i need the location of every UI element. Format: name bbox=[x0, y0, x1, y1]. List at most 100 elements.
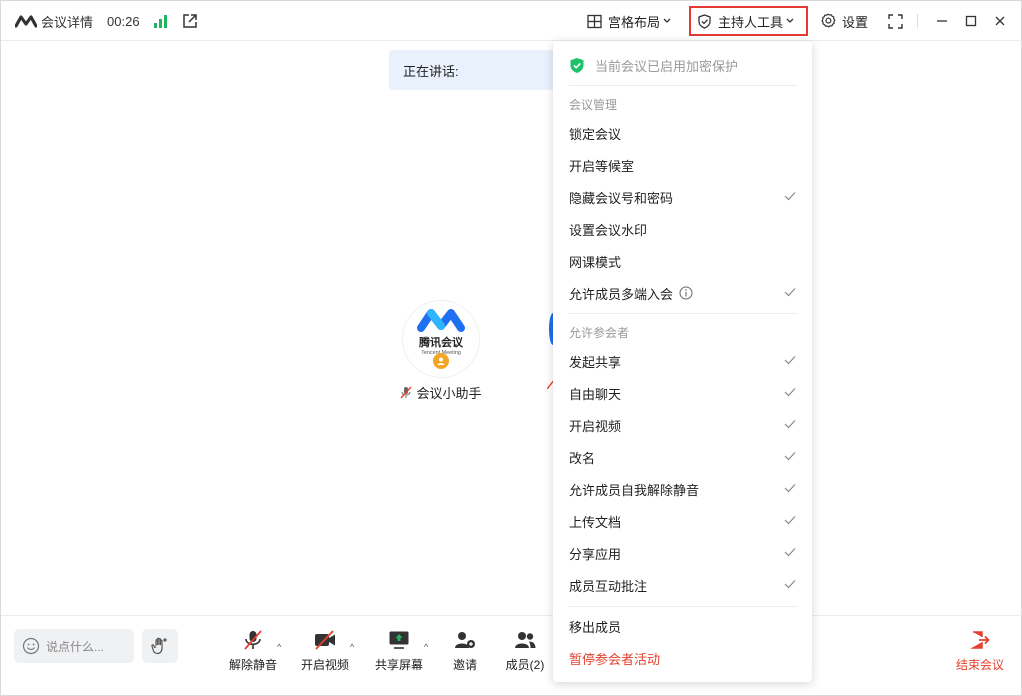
speaking-label: 正在讲话: bbox=[403, 63, 459, 79]
layout-button[interactable]: 宫格布局 bbox=[581, 6, 683, 36]
raise-hand-button[interactable] bbox=[142, 629, 178, 663]
section-header-allow: 允许参会者 bbox=[569, 326, 630, 340]
tencent-meeting-logo-icon bbox=[15, 15, 37, 28]
title-bar: 会议详情 00:26 宫格布局 主持人工具 设置 bbox=[1, 1, 1021, 41]
share-screen-icon bbox=[389, 631, 409, 649]
shield-icon bbox=[698, 13, 711, 29]
title-bar-right: 宫格布局 主持人工具 设置 bbox=[581, 1, 1021, 41]
fullscreen-icon[interactable] bbox=[888, 13, 903, 29]
checkmark-icon bbox=[784, 516, 796, 525]
menu-item-classroom-mode[interactable]: 网课模式 bbox=[553, 246, 812, 276]
menu-divider bbox=[569, 313, 797, 314]
start-video-label: 开启视频 bbox=[300, 658, 349, 672]
end-meeting-label: 结束会议 bbox=[955, 658, 1004, 672]
mic-muted-icon bbox=[400, 386, 413, 399]
tencent-meeting-logo-icon bbox=[417, 309, 465, 332]
shield-check-icon bbox=[570, 57, 584, 73]
members-icon bbox=[515, 632, 536, 648]
participant-name-label: 会议小助手 bbox=[416, 386, 482, 401]
maximize-icon[interactable] bbox=[963, 13, 979, 29]
window-controls-divider bbox=[917, 14, 918, 28]
menu-item-watermark[interactable]: 设置会议水印 bbox=[553, 214, 812, 244]
menu-item-allow-chat[interactable]: 自由聊天 bbox=[553, 378, 812, 408]
menu-item-label: 网课模式 bbox=[569, 254, 622, 270]
grid-layout-icon bbox=[587, 14, 602, 28]
unmute-label: 解除静音 bbox=[228, 658, 277, 672]
menu-item-allow-rename[interactable]: 改名 bbox=[553, 442, 812, 472]
menu-item-label: 允许成员自我解除静音 bbox=[569, 482, 700, 498]
members-button[interactable]: 成员(2) bbox=[504, 628, 546, 673]
checkmark-icon bbox=[784, 484, 796, 493]
speaking-indicator: 正在讲话: bbox=[389, 50, 559, 90]
checkmark-icon bbox=[784, 452, 796, 461]
participant-tile[interactable]: 腾讯会议 Tencent Meeting 会议小助手 bbox=[399, 301, 483, 402]
network-signal-icon[interactable] bbox=[153, 14, 168, 28]
menu-item-hide-meeting-id[interactable]: 隐藏会议号和密码 bbox=[553, 182, 812, 212]
menu-item-allow-video[interactable]: 开启视频 bbox=[553, 410, 812, 440]
menu-item-label: 允许成员多端入会 bbox=[569, 286, 674, 302]
menu-item-allow-self-unmute[interactable]: 允许成员自我解除静音 bbox=[553, 474, 812, 504]
unmute-button[interactable]: 解除静音 bbox=[227, 628, 279, 673]
info-icon[interactable] bbox=[679, 286, 693, 300]
menu-item-pause-activity[interactable]: 暂停参会者活动 bbox=[553, 643, 812, 673]
chat-placeholder: 说点什么... bbox=[46, 639, 105, 654]
raise-hand-icon bbox=[151, 637, 167, 655]
menu-item-allow-upload[interactable]: 上传文档 bbox=[553, 506, 812, 536]
close-icon[interactable] bbox=[992, 13, 1008, 29]
host-tools-menu: 当前会议已启用加密保护 会议管理 锁定会议 开启等候室 隐藏会议号和密码 设置会… bbox=[553, 41, 812, 682]
avatar-brand-text: 腾讯会议 bbox=[419, 337, 463, 349]
host-tools-button[interactable]: 主持人工具 bbox=[688, 6, 808, 36]
menu-item-label: 成员互动批注 bbox=[569, 578, 648, 594]
chevron-up-icon[interactable]: ^ bbox=[350, 642, 354, 652]
settings-label: 设置 bbox=[841, 14, 868, 30]
chevron-down-icon bbox=[663, 18, 671, 23]
menu-item-label: 分享应用 bbox=[569, 546, 622, 562]
share-link-icon[interactable] bbox=[182, 13, 198, 29]
chevron-up-icon[interactable]: ^ bbox=[277, 642, 281, 652]
settings-button[interactable]: 设置 bbox=[814, 6, 874, 36]
checkmark-icon bbox=[784, 580, 796, 589]
menu-item-label: 设置会议水印 bbox=[569, 222, 648, 238]
share-screen-label: 共享屏幕 bbox=[374, 658, 423, 672]
members-label: 成员(2) bbox=[505, 658, 545, 672]
invite-button[interactable]: 邀请 bbox=[447, 628, 483, 673]
menu-item-remove-member[interactable]: 移出成员 bbox=[553, 611, 812, 641]
menu-item-multi-device[interactable]: 允许成员多端入会 bbox=[553, 278, 812, 308]
menu-item-lock-meeting[interactable]: 锁定会议 bbox=[553, 118, 812, 148]
menu-item-label: 移出成员 bbox=[569, 619, 622, 635]
encryption-notice: 当前会议已启用加密保护 bbox=[569, 55, 738, 75]
meeting-window: 会议详情 00:26 宫格布局 主持人工具 设置 正在讲话: 腾讯会议 Tenc… bbox=[0, 0, 1022, 696]
share-screen-button[interactable]: 共享屏幕 bbox=[373, 628, 425, 673]
checkmark-icon bbox=[784, 388, 796, 397]
gear-icon bbox=[821, 13, 836, 28]
encryption-notice-text: 当前会议已启用加密保护 bbox=[595, 58, 739, 74]
menu-item-allow-share[interactable]: 发起共享 bbox=[553, 346, 812, 376]
host-tools-label: 主持人工具 bbox=[717, 14, 783, 30]
participant-name: 会议小助手 bbox=[399, 383, 483, 402]
minimize-icon[interactable] bbox=[934, 13, 950, 29]
chevron-up-icon[interactable]: ^ bbox=[424, 642, 428, 652]
menu-divider bbox=[569, 85, 797, 86]
menu-item-label: 暂停参会者活动 bbox=[569, 651, 661, 667]
video-off-icon bbox=[315, 630, 335, 650]
invite-label: 邀请 bbox=[452, 658, 477, 672]
chevron-down-icon bbox=[786, 18, 794, 23]
menu-item-waiting-room[interactable]: 开启等候室 bbox=[553, 150, 812, 180]
checkmark-icon bbox=[784, 356, 796, 365]
bottom-toolbar: 说点什么... 解除静音 ^ 开启视频 ^ 共享屏幕 ^ 邀请 成员(2) 结束… bbox=[1, 615, 1021, 695]
emoji-icon bbox=[22, 637, 40, 655]
meeting-timer: 00:26 bbox=[107, 13, 140, 29]
menu-item-label: 自由聊天 bbox=[569, 386, 622, 402]
checkmark-icon bbox=[784, 288, 796, 297]
meeting-details-link[interactable]: 会议详情 bbox=[41, 12, 93, 31]
start-video-button[interactable]: 开启视频 bbox=[299, 628, 351, 673]
end-meeting-button[interactable]: 结束会议 bbox=[954, 628, 1006, 673]
menu-item-allow-annotation[interactable]: 成员互动批注 bbox=[553, 570, 812, 600]
menu-item-label: 锁定会议 bbox=[569, 126, 622, 142]
menu-item-allow-apps[interactable]: 分享应用 bbox=[553, 538, 812, 568]
section-header-manage: 会议管理 bbox=[569, 98, 618, 112]
chat-input[interactable]: 说点什么... bbox=[14, 629, 134, 663]
host-badge-icon bbox=[433, 353, 449, 369]
menu-item-label: 开启等候室 bbox=[569, 158, 635, 174]
layout-button-label: 宫格布局 bbox=[607, 14, 660, 30]
